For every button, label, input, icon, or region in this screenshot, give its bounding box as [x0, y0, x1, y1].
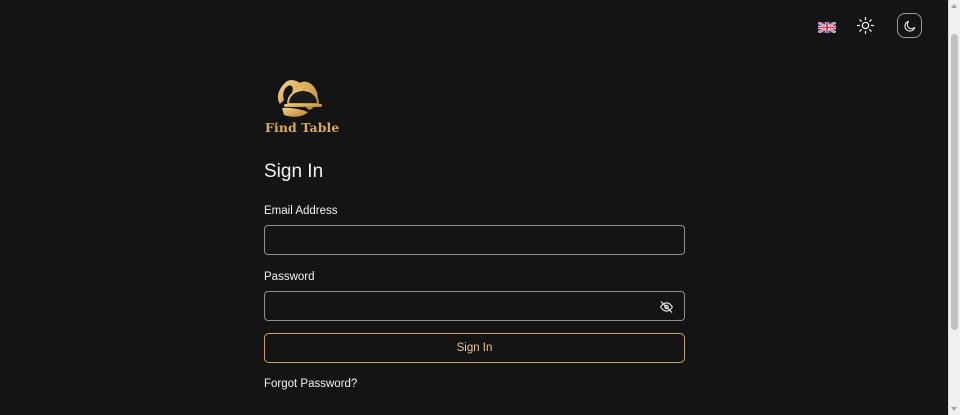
password-field[interactable]: [265, 292, 684, 320]
scroll-thumb[interactable]: [951, 34, 958, 330]
sign-in-button[interactable]: Sign In: [264, 333, 685, 363]
dark-mode-button[interactable]: [897, 13, 922, 38]
vertical-scrollbar[interactable]: [948, 0, 960, 415]
email-field-wrapper: [264, 225, 685, 255]
email-label: Email Address: [264, 205, 338, 217]
uk-flag-icon[interactable]: [817, 20, 837, 34]
brand-logo: Find Table: [264, 78, 340, 138]
eye-off-icon[interactable]: [659, 300, 674, 314]
brand-name: Find Table: [265, 120, 340, 135]
scroll-up-icon[interactable]: [951, 4, 957, 8]
forgot-password-link[interactable]: Forgot Password?: [264, 378, 357, 390]
sign-in-page: Find Table Sign In Email Address Passwor…: [0, 0, 960, 415]
page-title: Sign In: [264, 161, 324, 182]
chef-cloche-icon: [277, 80, 322, 117]
sign-in-form: Find Table Sign In Email Address Passwor…: [264, 78, 685, 392]
scroll-down-icon[interactable]: [951, 407, 957, 411]
sun-icon[interactable]: [856, 16, 875, 35]
moon-icon: [903, 20, 915, 32]
password-label: Password: [264, 271, 315, 283]
password-field-wrapper: [264, 291, 685, 321]
email-field[interactable]: [265, 226, 684, 254]
